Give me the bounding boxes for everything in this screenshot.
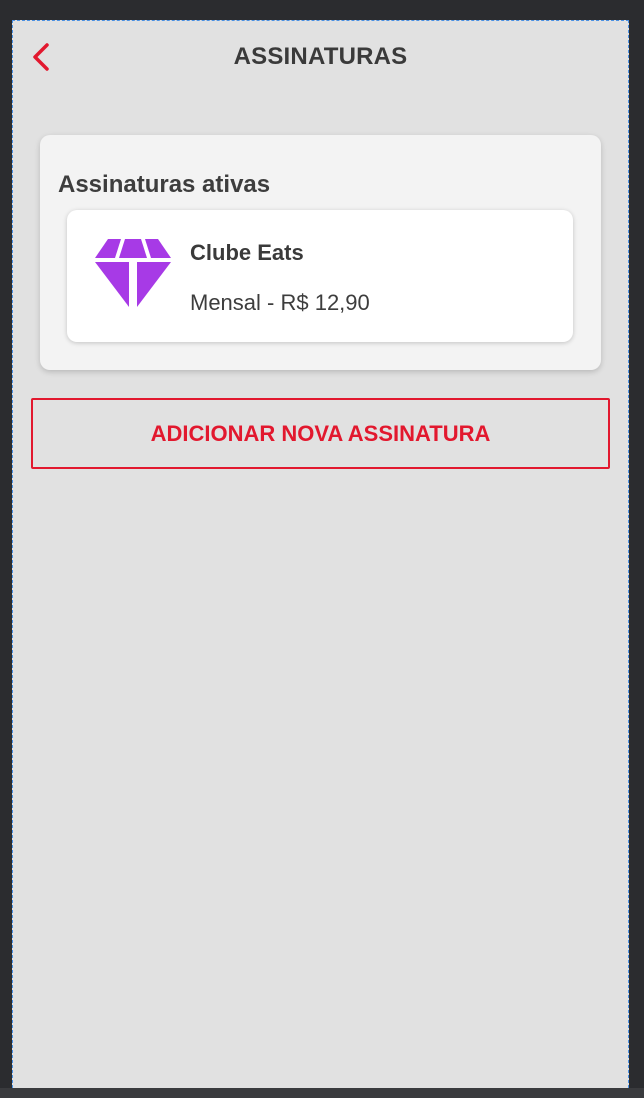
app-header: ASSINATURAS — [13, 21, 628, 97]
add-subscription-button[interactable]: ADICIONAR NOVA ASSINATURA — [31, 398, 610, 469]
diamond-icon — [95, 239, 171, 307]
bottom-bar — [0, 1088, 644, 1098]
subscription-item[interactable]: Clube Eats Mensal - R$ 12,90 — [67, 210, 573, 342]
app-screen: ASSINATURAS Assinaturas ativas Clube Eat… — [12, 20, 629, 1088]
subscription-name: Clube Eats — [190, 240, 304, 265]
subscription-price: Mensal - R$ 12,90 — [190, 290, 370, 315]
section-title: Assinaturas ativas — [58, 171, 271, 198]
active-subscriptions-card: Assinaturas ativas Clube Eats Mensal - R… — [40, 135, 601, 370]
page-title: ASSINATURAS — [233, 43, 408, 70]
